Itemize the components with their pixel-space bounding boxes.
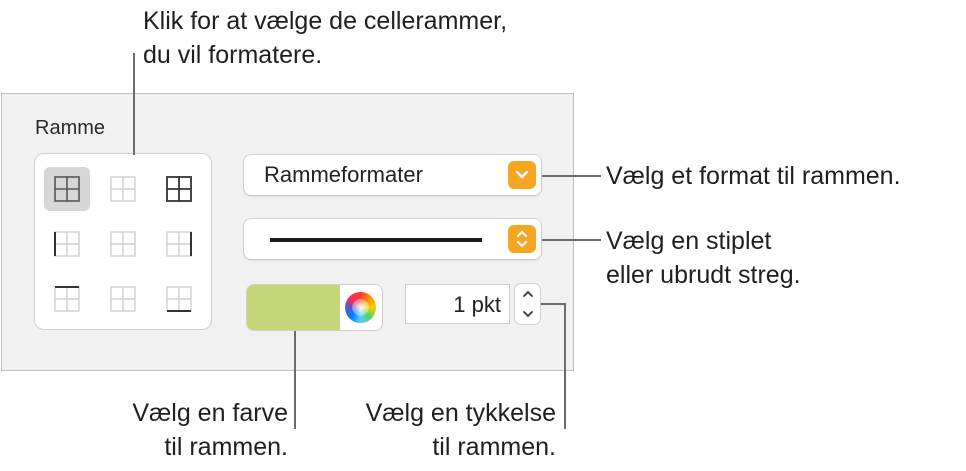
border-format-popup[interactable]: Rammeformater [243, 154, 542, 196]
leader-line-thickness-v [564, 303, 566, 429]
leader-line-color [294, 331, 296, 429]
right-border-icon [166, 231, 192, 257]
outside-borders-button[interactable] [156, 167, 202, 211]
leader-line-line-style [542, 239, 601, 241]
border-format-label: Rammeformater [264, 162, 423, 187]
callout-line: Klik for at vælge de cellerammer, [143, 7, 508, 35]
left-border-button[interactable] [44, 222, 90, 266]
chevron-down-icon [522, 311, 533, 317]
inside-vertical-borders-button[interactable] [100, 222, 146, 266]
leader-line-thickness-h [541, 303, 566, 305]
panel-title: Ramme [35, 117, 106, 139]
callout-line: til rammen. [164, 433, 288, 461]
all-borders-icon [54, 176, 80, 202]
color-swatch[interactable] [247, 285, 340, 330]
leader-line-format [542, 175, 601, 177]
inside-borders-button[interactable] [100, 167, 146, 211]
all-borders-button[interactable] [44, 167, 90, 211]
inside-borders-icon [110, 176, 136, 202]
callout-line: eller ubrudt streg. [606, 261, 801, 289]
outside-borders-icon [166, 176, 192, 202]
callout-color: Vælg en farve til rammen. [96, 396, 288, 464]
callout-line: Vælg en tykkelse [365, 399, 556, 427]
inside-vertical-borders-icon [110, 231, 136, 257]
decrease-thickness-button[interactable] [515, 304, 540, 324]
color-wheel-icon[interactable] [345, 292, 376, 323]
chevron-up-icon [522, 291, 533, 297]
bottom-border-icon [166, 286, 192, 312]
leader-line-cell-borders [133, 53, 135, 155]
callout-line: Vælg et format til rammen. [606, 162, 901, 190]
callout-line: til rammen. [432, 433, 556, 461]
top-border-button[interactable] [44, 277, 90, 321]
solid-line-sample [270, 238, 482, 242]
callout-line-style: Vælg en stiplet eller ubrudt streg. [606, 224, 801, 292]
bottom-border-button[interactable] [156, 277, 202, 321]
up-down-chevron-icon [508, 225, 536, 253]
right-border-button[interactable] [156, 222, 202, 266]
left-border-icon [54, 231, 80, 257]
inside-horizontal-borders-icon [110, 286, 136, 312]
border-selector-grid [34, 153, 212, 330]
callout-line: du vil formatere. [143, 41, 323, 69]
callout-line: Vælg en farve [132, 399, 288, 427]
increase-thickness-button[interactable] [515, 284, 540, 304]
callout-line: Vælg en stiplet [606, 227, 772, 255]
chevron-down-icon [508, 161, 536, 189]
callout-cell-borders: Klik for at vælge de cellerammer, du vil… [143, 4, 507, 72]
thickness-value: 1 pkt [453, 292, 501, 317]
top-border-icon [54, 286, 80, 312]
thickness-field[interactable]: 1 pkt [405, 284, 510, 324]
line-style-popup[interactable] [243, 218, 542, 260]
border-color-well[interactable] [246, 284, 383, 331]
thickness-stepper[interactable] [514, 283, 541, 325]
callout-thickness: Vælg en tykkelse til rammen. [330, 396, 556, 464]
callout-format: Vælg et format til rammen. [606, 159, 901, 193]
inside-horizontal-borders-button[interactable] [100, 277, 146, 321]
